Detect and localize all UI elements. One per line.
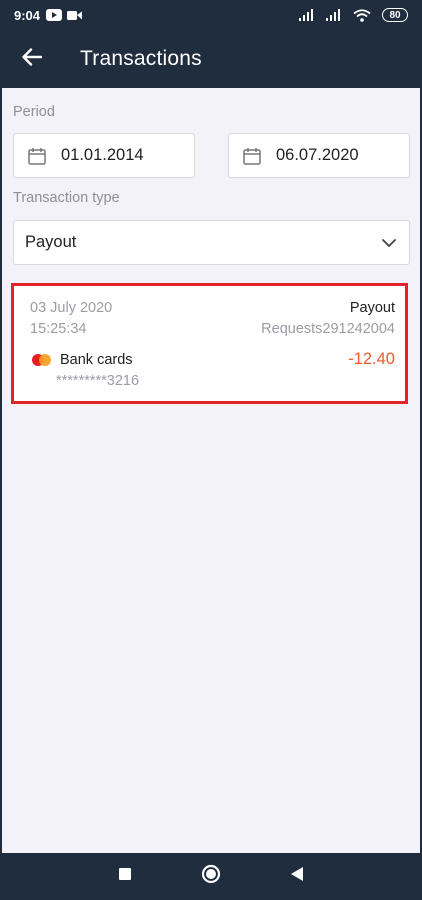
page-title: Transactions (80, 47, 202, 70)
home-button[interactable] (189, 857, 233, 897)
wifi-icon (353, 8, 371, 22)
recents-button[interactable] (103, 857, 147, 897)
signal-icon (326, 9, 342, 21)
app-bar: Transactions (0, 30, 422, 88)
calendar-icon (27, 146, 47, 166)
date-to-value: 06.07.2020 (276, 146, 359, 164)
transaction-request-id: Requests291242004 (261, 321, 395, 337)
transaction-date: 03 July 2020 (30, 300, 113, 316)
arrow-left-icon (22, 47, 43, 71)
status-time: 9:04 (14, 7, 41, 23)
period-label: Period (13, 104, 55, 120)
card-number: *********3216 (56, 373, 140, 389)
transaction-type-select[interactable]: Payout (13, 220, 410, 265)
calendar-icon (242, 146, 262, 166)
youtube-icon (46, 9, 63, 21)
payment-method-name: Bank cards (60, 352, 133, 368)
square-recents-icon (118, 867, 132, 886)
battery-icon: 80 (382, 8, 408, 22)
system-back-button[interactable] (275, 857, 319, 897)
chevron-down-icon (381, 238, 397, 248)
back-button[interactable] (2, 30, 62, 88)
triangle-back-icon (290, 866, 304, 887)
signal-icon (299, 9, 315, 21)
transaction-type-label: Transaction type (13, 190, 120, 206)
payment-method: Bank cards (30, 352, 133, 368)
transaction-card[interactable]: 03 July 2020 15:25:34 Payout Requests291… (11, 283, 408, 404)
transaction-type-value: Payout (25, 233, 77, 251)
mastercard-icon (30, 353, 54, 367)
video-camera-icon (67, 10, 83, 21)
date-from-value: 01.01.2014 (61, 146, 144, 164)
main-content: Period 01.01.2014 – 06.07.2020 Transacti… (2, 88, 420, 853)
transaction-type: Payout (349, 300, 395, 316)
transaction-amount: -12.40 (348, 350, 395, 368)
system-nav-bar (0, 853, 422, 900)
transaction-time: 15:25:34 (30, 321, 87, 337)
status-bar: 9:04 80 (0, 0, 422, 30)
date-from-field[interactable]: 01.01.2014 (13, 133, 195, 178)
circle-home-icon (201, 864, 221, 889)
date-to-field[interactable]: 06.07.2020 (228, 133, 410, 178)
